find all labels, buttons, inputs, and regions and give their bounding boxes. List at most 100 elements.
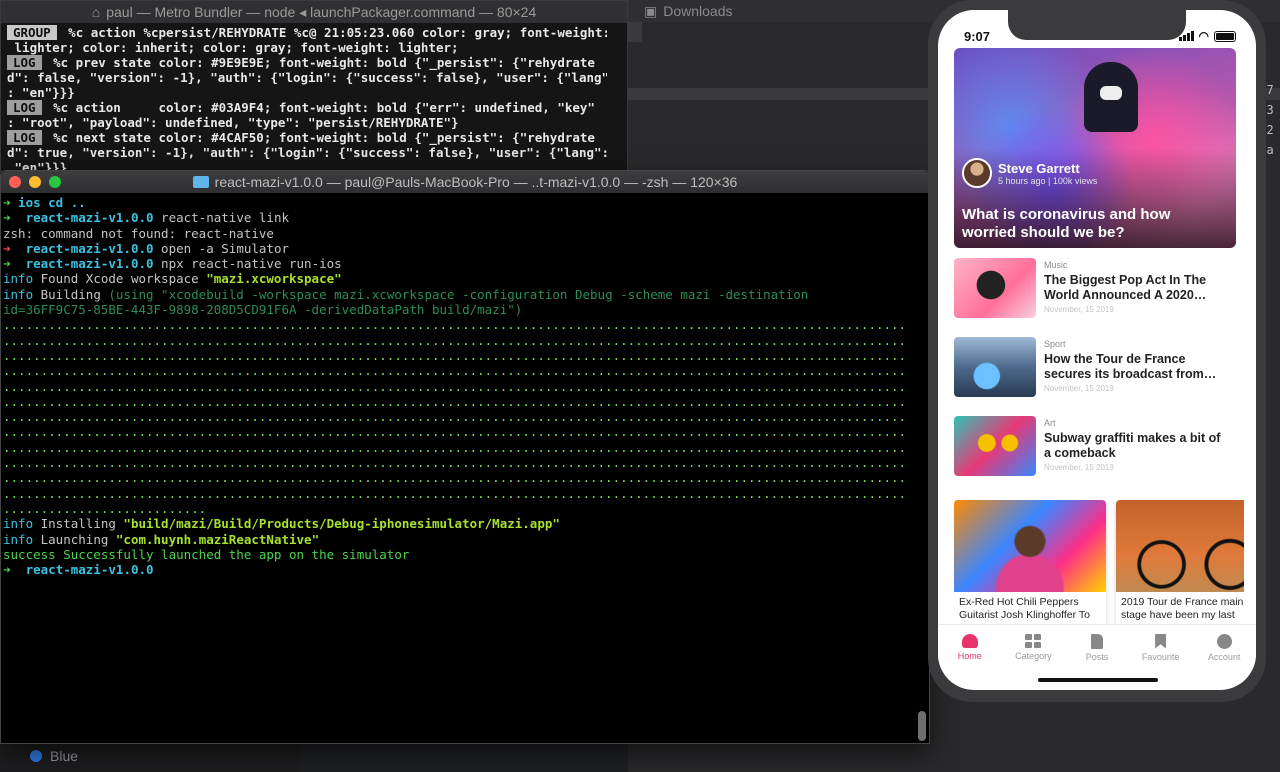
log-text: %c next state color: #4CAF50; font-weigh… xyxy=(45,130,595,145)
metro-log-line: : "root", "payload": undefined, "type": … xyxy=(7,115,607,130)
tag-label: Blue xyxy=(50,748,79,764)
card-carousel[interactable]: Ex-Red Hot Chili Peppers Guitarist Josh … xyxy=(954,500,1244,628)
terminal-line: info Installing "build/mazi/Build/Produc… xyxy=(3,516,905,531)
tab-account[interactable]: Account xyxy=(1192,625,1256,670)
article-date: November, 15 2019 xyxy=(1044,384,1114,393)
prompt-dir: react-mazi-v1.0.0 xyxy=(25,240,154,256)
card-title: 2019 Tour de France main stage have been… xyxy=(1121,596,1244,621)
article-card[interactable]: Ex-Red Hot Chili Peppers Guitarist Josh … xyxy=(954,500,1106,628)
article-date: November, 15 2019 xyxy=(1044,305,1114,314)
author-meta: 5 hours ago | 100k views xyxy=(998,175,1098,186)
progress-dots: ........................................… xyxy=(3,378,905,394)
article-title: The Biggest Pop Act In The World Announc… xyxy=(1044,273,1207,302)
info-label: info xyxy=(3,286,34,302)
hero-article[interactable]: Steve Garrett 5 hours ago | 100k views W… xyxy=(954,48,1236,248)
terminal-scrollbar[interactable] xyxy=(917,201,927,741)
finder-toolbar-button[interactable] xyxy=(628,22,642,42)
scrollbar-thumb[interactable] xyxy=(918,711,926,741)
metro-bundler-terminal[interactable]: ⌂ paul — Metro Bundler — node ◂ launchPa… xyxy=(0,0,628,175)
blue-dot-icon xyxy=(30,750,42,762)
metro-log-line: lighter; color: inherit; color: gray; fo… xyxy=(7,40,607,55)
progress-dots: ........................................… xyxy=(3,455,905,471)
tab-category[interactable]: Category xyxy=(1002,625,1066,670)
progress-dots: ........................................… xyxy=(3,317,905,333)
folder-icon xyxy=(192,176,209,188)
article-thumbnail xyxy=(954,258,1036,318)
log-value: "build/mazi/Build/Products/Debug-iphones… xyxy=(123,516,560,532)
terminal-titlebar[interactable]: react-mazi-v1.0.0 — paul@Pauls-MacBook-P… xyxy=(1,171,929,193)
home-icon xyxy=(961,634,978,648)
article-list: Music The Biggest Pop Act In The World A… xyxy=(954,258,1244,495)
terminal-line: ➜ ios cd .. xyxy=(3,195,905,210)
log-text: %c action color: #03A9F4; font-weight: b… xyxy=(45,100,595,115)
log-text: Building xyxy=(33,286,109,302)
metro-log-line: : "en"}}} xyxy=(7,85,607,100)
finder-title: Downloads xyxy=(663,3,733,19)
metro-log-line: LOG %c prev state color: #9E9E9E; font-w… xyxy=(7,55,607,70)
bookmark-icon xyxy=(1155,633,1167,649)
progress-dots: ........................................… xyxy=(3,363,905,379)
tab-label: Posts xyxy=(1085,651,1109,662)
prompt-dir: react-mazi-v1.0.0 xyxy=(25,210,154,226)
log-badge: LOG xyxy=(7,55,42,70)
hero-author[interactable]: Steve Garrett 5 hours ago | 100k views xyxy=(962,158,1097,188)
log-text: : "root", "payload": undefined, "type": … xyxy=(7,115,459,130)
home-indicator[interactable] xyxy=(1038,678,1158,682)
info-label: info xyxy=(3,531,34,547)
phone-notch xyxy=(1008,10,1186,40)
sidebar-tag-blue[interactable]: Blue xyxy=(30,748,78,764)
log-text: : "en"}}} xyxy=(7,85,75,100)
terminal-line: ➜ react-mazi-v1.0.0 npx react-native run… xyxy=(3,256,905,271)
list-item[interactable]: Music The Biggest Pop Act In The World A… xyxy=(954,258,1244,337)
account-icon xyxy=(1216,633,1232,649)
terminal-title: react-mazi-v1.0.0 — paul@Pauls-MacBook-P… xyxy=(1,174,929,190)
tab-favourite[interactable]: Favourite xyxy=(1129,625,1193,670)
list-item[interactable]: Sport How the Tour de France secures its… xyxy=(954,337,1244,416)
tab-bar: Home Category Posts Favourite Account xyxy=(938,624,1256,670)
tab-label: Home xyxy=(957,651,982,661)
article-thumbnail xyxy=(954,337,1036,397)
article-date: November, 15 2019 xyxy=(1044,463,1114,472)
progress-dots: ........................................… xyxy=(3,424,905,440)
progress-dots: ........................................… xyxy=(3,485,905,501)
battery-icon xyxy=(1214,30,1236,42)
grid-icon xyxy=(1025,634,1042,648)
wifi-icon: ◠ xyxy=(1198,29,1209,43)
article-title: How the Tour de France secures its broad… xyxy=(1044,352,1204,381)
command-text: open -a Simulator xyxy=(153,240,289,256)
metro-log-line: d": true, "version": -1}, "auth": {"logi… xyxy=(7,145,607,160)
command-text: react-native link xyxy=(153,210,289,226)
terminal-title-text: react-mazi-v1.0.0 — paul@Pauls-MacBook-P… xyxy=(214,174,738,190)
info-label: info xyxy=(3,271,34,287)
progress-dots: ........................................… xyxy=(3,470,905,486)
prompt-arrow: ➜ xyxy=(3,562,11,578)
metro-output: GROUP %c action %cpersist/REHYDRATE %c@ … xyxy=(1,23,627,175)
list-item[interactable]: Art Subway graffiti makes a bit of a com… xyxy=(954,416,1244,495)
log-text: Installing xyxy=(33,516,124,532)
status-icons: ◠ xyxy=(1178,29,1236,43)
author-name: Steve Garrett xyxy=(998,160,1080,176)
prompt-arrow: ➜ xyxy=(3,256,11,272)
article-card[interactable]: 2019 Tour de France main stage have been… xyxy=(1116,500,1244,628)
log-text: Found Xcode workspace xyxy=(33,271,207,287)
hero-figure xyxy=(1084,62,1138,132)
prompt-arrow: ➜ xyxy=(3,240,11,256)
metro-log-line: d": false, "version": -1}, "auth": {"log… xyxy=(7,70,607,85)
hero-title: What is coronavirus and how worried shou… xyxy=(962,206,1171,241)
metro-titlebar[interactable]: ⌂ paul — Metro Bundler — node ◂ launchPa… xyxy=(1,1,627,23)
log-dim: (using "xcodebuild -workspace mazi.xcwor… xyxy=(3,286,816,318)
log-text: lighter; color: inherit; color: gray; fo… xyxy=(7,40,459,55)
document-icon xyxy=(1090,633,1103,649)
status-time: 9:07 xyxy=(964,28,991,44)
tab-label: Category xyxy=(1015,651,1052,661)
tab-posts[interactable]: Posts xyxy=(1065,625,1129,670)
metro-title: paul — Metro Bundler — node ◂ launchPack… xyxy=(106,3,537,20)
prompt-dir: react-mazi-v1.0.0 xyxy=(25,562,154,578)
progress-dots: ........................................… xyxy=(3,409,905,425)
terminal-output[interactable]: ➜ ios cd .. ➜ react-mazi-v1.0.0 react-nat… xyxy=(1,193,929,577)
command-text: ios cd .. xyxy=(10,195,86,210)
card-image xyxy=(1116,500,1244,592)
log-text: %c action %cpersist/REHYDRATE %c@ 21:05:… xyxy=(60,25,607,40)
zsh-terminal[interactable]: react-mazi-v1.0.0 — paul@Pauls-MacBook-P… xyxy=(0,170,930,744)
tab-home[interactable]: Home xyxy=(938,625,1002,670)
